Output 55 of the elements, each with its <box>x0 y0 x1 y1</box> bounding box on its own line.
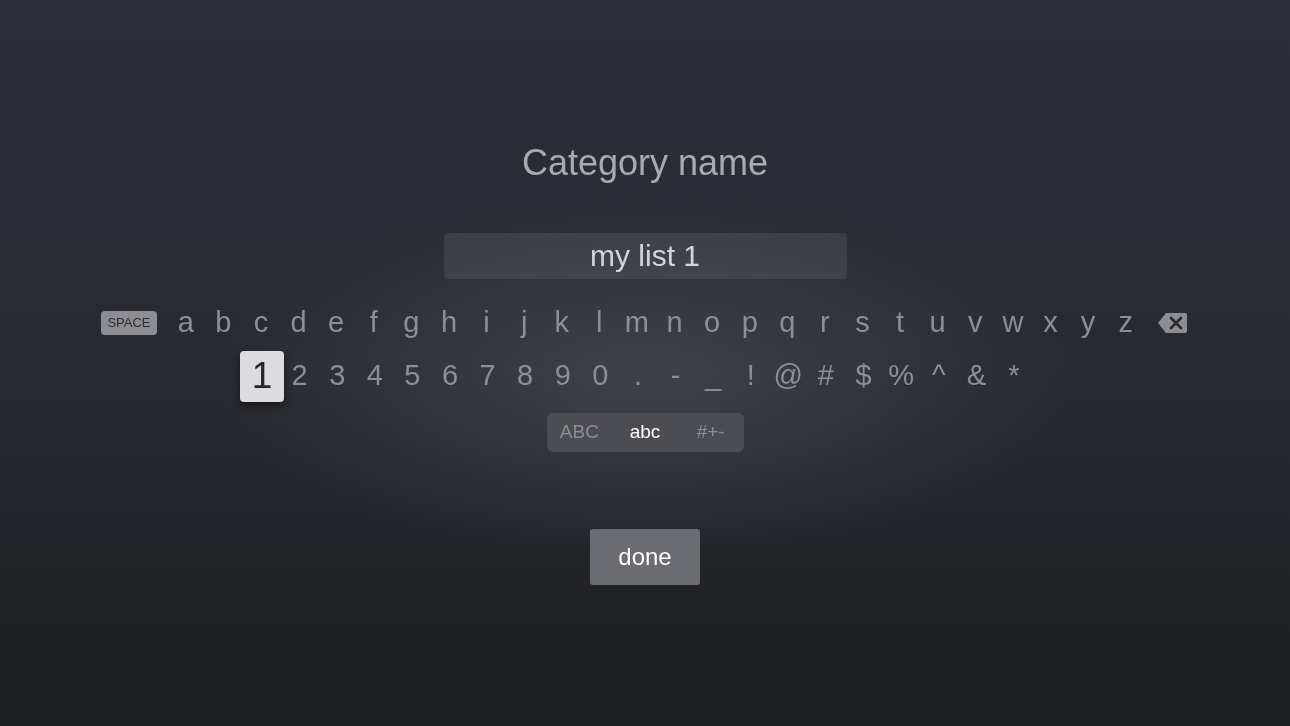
keyboard-key[interactable]: l <box>580 297 619 349</box>
keyboard-key[interactable]: 5 <box>393 350 432 402</box>
keyboard-key[interactable]: i <box>467 297 506 349</box>
keyboard-key[interactable]: o <box>693 297 731 349</box>
keyboard-key[interactable]: k <box>542 297 581 349</box>
keyboard-key[interactable]: c <box>242 297 280 349</box>
keyboard-key[interactable]: w <box>994 297 1032 349</box>
keyboard-key[interactable]: f <box>354 297 393 349</box>
keyboard-key[interactable]: p <box>730 297 769 349</box>
keyboard-key[interactable]: ! <box>731 350 770 402</box>
keyboard-key[interactable]: j <box>505 297 543 349</box>
keyboard-key[interactable]: e <box>317 297 355 349</box>
keyboard-key[interactable]: % <box>882 350 920 402</box>
text-field[interactable]: my list 1 <box>443 233 847 279</box>
keyboard-key[interactable]: 0 <box>581 350 620 402</box>
keyboard-key[interactable]: @ <box>769 350 808 402</box>
done-button[interactable]: done <box>590 529 700 585</box>
delete-key[interactable] <box>1157 312 1189 334</box>
keyboard-key[interactable]: 7 <box>468 350 507 402</box>
keyboard-key[interactable]: v <box>956 297 995 349</box>
keyboard-key[interactable]: s <box>843 297 882 349</box>
keyboard-key[interactable]: & <box>957 350 996 402</box>
keyboard-key[interactable]: z <box>1106 297 1145 349</box>
keyboard-key[interactable]: # <box>807 350 845 402</box>
keyboard-key[interactable]: 3 <box>318 350 356 402</box>
keyboard-key[interactable]: * <box>995 350 1033 402</box>
mode-tab[interactable]: abc <box>612 413 678 452</box>
keyboard-key[interactable]: g <box>392 297 431 349</box>
keyboard-key[interactable]: - <box>656 350 695 402</box>
keyboard-key[interactable]: 9 <box>543 350 582 402</box>
keyboard-key[interactable]: 8 <box>506 350 544 402</box>
keyboard-key[interactable]: y <box>1069 297 1107 349</box>
keyboard-key[interactable]: _ <box>694 350 732 402</box>
keyboard-key[interactable]: . <box>619 350 657 402</box>
keyboard-key[interactable]: b <box>204 297 243 349</box>
keyboard-key[interactable]: t <box>881 297 919 349</box>
keyboard-key[interactable]: 6 <box>431 350 469 402</box>
keyboard-key[interactable]: r <box>806 297 844 349</box>
keyboard-key[interactable]: h <box>430 297 468 349</box>
keyboard-key[interactable]: m <box>618 297 656 349</box>
keyboard-key[interactable]: q <box>768 297 807 349</box>
keyboard-key[interactable]: ^ <box>919 350 958 402</box>
keyboard-key[interactable]: d <box>279 297 318 349</box>
keyboard-key[interactable]: n <box>655 297 694 349</box>
space-key[interactable]: SPACE <box>101 311 157 335</box>
keyboard-key[interactable]: a <box>167 297 205 349</box>
keyboard-key[interactable]: x <box>1031 297 1070 349</box>
keyboard-key[interactable]: $ <box>844 350 883 402</box>
mode-tab[interactable]: ABC <box>546 413 613 452</box>
mode-tab[interactable]: #+- <box>677 413 744 452</box>
keyboard-key[interactable]: 1 <box>240 350 284 402</box>
page-title: Category name <box>521 141 769 184</box>
keyboard-key[interactable]: 4 <box>356 350 394 402</box>
backspace-icon <box>1157 312 1189 334</box>
keyboard-key[interactable]: u <box>918 297 957 349</box>
